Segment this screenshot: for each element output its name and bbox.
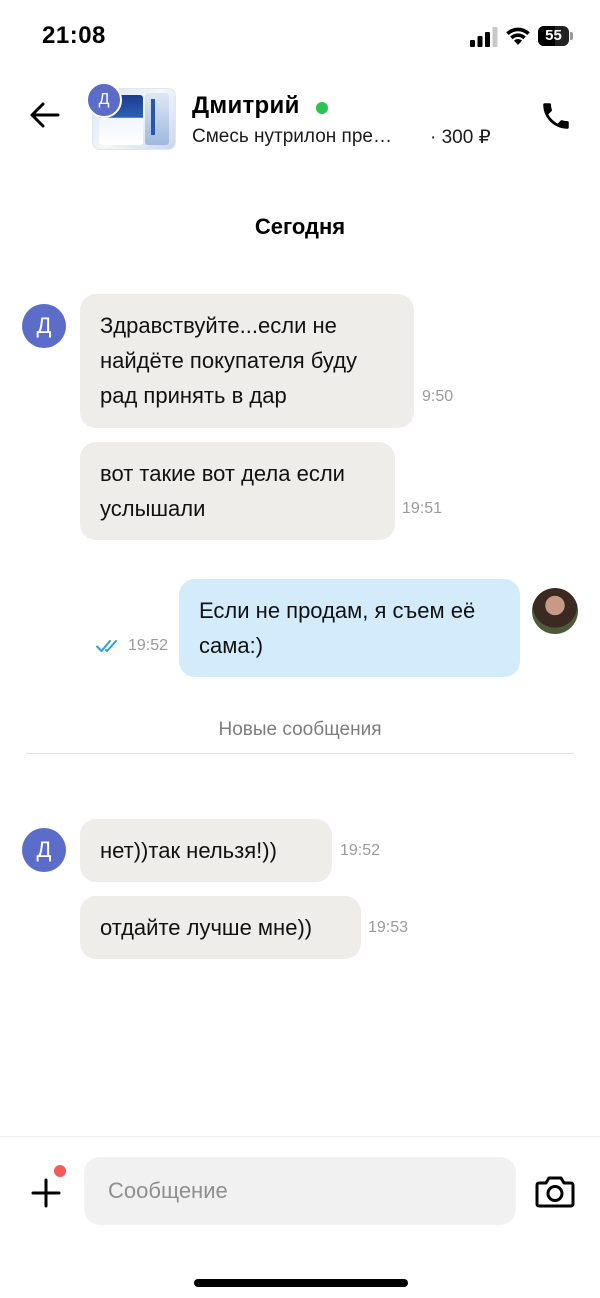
message-time: 19:51	[402, 500, 443, 517]
new-messages-divider: Новые сообщения	[218, 719, 382, 740]
message-text: вот такие вот дела если услышали	[100, 461, 345, 521]
home-indicator[interactable]	[194, 1279, 408, 1287]
message-text: отдайте лучше мне))	[100, 915, 313, 940]
back-button[interactable]	[24, 94, 66, 136]
camera-button[interactable]	[532, 1171, 578, 1211]
chat-header: Д Дмитрий Смесь нутрилон пре… · 300 ₽	[0, 70, 600, 160]
message-text: нет))так нельзя!))	[100, 838, 277, 863]
back-arrow-icon	[30, 102, 60, 128]
message-time: 19:52	[340, 842, 381, 859]
wifi-icon	[506, 27, 530, 45]
message-bubble-incoming[interactable]: нет))так нельзя!))	[80, 819, 332, 882]
message-bubble-incoming[interactable]: отдайте лучше мне))	[80, 896, 361, 959]
chat-screen: 21:08 55 Д Дмитрий Смесь нутрилон пре… ·…	[0, 0, 600, 1298]
phone-icon	[543, 103, 569, 129]
status-time: 21:08	[42, 22, 106, 49]
date-divider: Сегодня	[254, 214, 346, 239]
sender-avatar[interactable]: Д	[22, 304, 66, 348]
contact-name[interactable]: Дмитрий	[192, 92, 300, 120]
message-input[interactable]	[84, 1157, 516, 1225]
sender-avatar[interactable]: Д	[22, 828, 66, 872]
status-bar: 21:08 55	[0, 0, 600, 70]
battery-level: 55	[545, 27, 562, 44]
message-bubble-outgoing[interactable]: Если не продам, я съем её сама:)	[179, 579, 520, 677]
message-composer	[0, 1136, 600, 1298]
my-avatar[interactable]	[532, 588, 578, 634]
camera-icon	[535, 1176, 575, 1208]
plus-icon	[31, 1178, 61, 1208]
message-text: Здравствуйте...если не найдёте покупател…	[100, 313, 358, 408]
message-time: 19:52	[128, 637, 169, 654]
divider-line	[26, 753, 574, 754]
battery-icon: 55	[538, 26, 574, 46]
signal-icon	[470, 27, 498, 47]
message-time: 9:50	[422, 388, 454, 405]
notification-dot	[54, 1165, 66, 1177]
call-button[interactable]	[534, 94, 578, 138]
attach-button[interactable]	[26, 1173, 66, 1213]
message-text: Если не продам, я съем её сама:)	[199, 598, 476, 658]
product-title[interactable]: Смесь нутрилон пре…	[192, 126, 392, 148]
contact-avatar[interactable]: Д	[86, 82, 122, 118]
online-indicator	[316, 102, 328, 114]
message-list[interactable]: Сегодня Д Здравствуйте...если не найдёте…	[0, 160, 600, 1136]
product-price: · 300 ₽	[430, 127, 491, 148]
message-time: 19:53	[368, 919, 409, 936]
double-check-icon	[96, 640, 117, 652]
message-bubble-incoming[interactable]: Здравствуйте...если не найдёте покупател…	[80, 294, 414, 428]
message-bubble-incoming[interactable]: вот такие вот дела если услышали	[80, 442, 395, 540]
